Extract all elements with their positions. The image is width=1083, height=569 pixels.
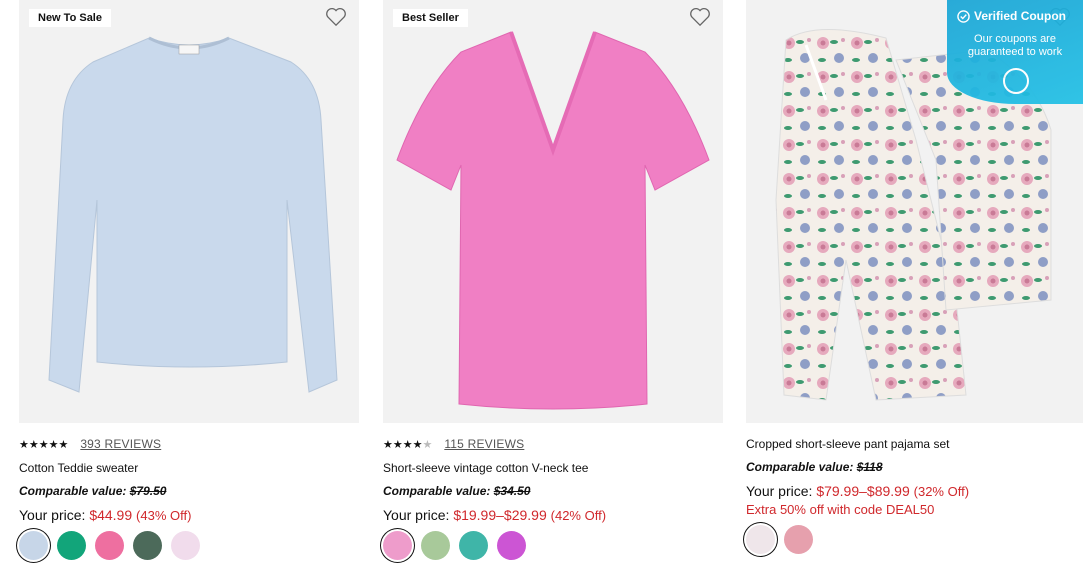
discount: (32% Off) (913, 484, 970, 499)
swatch-pink[interactable] (383, 531, 412, 560)
product-card-vneck-tee[interactable]: Best Seller ★★★★★ 115 REVIEWS Short-slee… (383, 0, 723, 560)
tee-illustration (396, 31, 710, 410)
price-row: Your price: $19.99–$29.99 (42% Off) (383, 507, 606, 523)
check-circle-icon (957, 9, 970, 23)
swatch-lavender[interactable] (171, 531, 200, 560)
discount: (43% Off) (136, 508, 192, 523)
verified-coupon-widget[interactable]: Verified Coupon Our coupons are guarante… (947, 0, 1083, 104)
product-name[interactable]: Cropped short-sleeve pant pajama set (746, 437, 949, 451)
comparable-value: Comparable value: $79.50 (19, 484, 166, 498)
rating-stars: ★★★★★ (383, 438, 433, 451)
swatch-teal[interactable] (459, 531, 488, 560)
heart-icon[interactable] (689, 7, 711, 27)
coupon-title: Verified Coupon (974, 9, 1067, 23)
swatch-floral-pink[interactable] (784, 525, 813, 554)
color-swatches (746, 525, 813, 554)
swatch-green[interactable] (57, 531, 86, 560)
extra-offer: Extra 50% off with code DEAL50 (746, 502, 935, 517)
product-image-pajama[interactable]: Verified Coupon Our coupons are guarante… (746, 0, 1083, 423)
comparable-price: $79.50 (129, 484, 167, 498)
comparable-price: $118 (856, 460, 883, 474)
swatch-dark-green[interactable] (133, 531, 162, 560)
rating-row: ★★★★★ 115 REVIEWS (383, 437, 524, 451)
color-swatches (19, 531, 200, 560)
sweater-illustration (48, 36, 338, 393)
badge: New To Sale (29, 9, 111, 27)
swatch-floral-white[interactable] (746, 525, 775, 554)
sale-price: $19.99–$29.99 (453, 507, 547, 523)
reviews-link[interactable]: 115 REVIEWS (444, 437, 524, 451)
comparable-label: Comparable value: (19, 484, 127, 498)
product-card-pajama-set[interactable]: Verified Coupon Our coupons are guarante… (746, 0, 1083, 554)
comparable-price: $34.50 (493, 484, 531, 498)
price-row: Your price: $79.99–$89.99 (32% Off) (746, 483, 969, 499)
comparable-value: Comparable value: $34.50 (383, 484, 530, 498)
comparable-value: Comparable value: $118 (746, 460, 883, 474)
heart-icon[interactable] (325, 7, 347, 27)
sale-price: $44.99 (89, 507, 133, 523)
price-label: Your price: (19, 507, 86, 523)
swatch-sage[interactable] (421, 531, 450, 560)
product-image-tee[interactable]: Best Seller (383, 0, 723, 423)
price-label: Your price: (383, 507, 450, 523)
sale-price: $79.99–$89.99 (816, 483, 910, 499)
price-row: Your price: $44.99 (43% Off) (19, 507, 191, 523)
rating-stars: ★★★★★ (19, 438, 69, 451)
price-label: Your price: (746, 483, 813, 499)
product-image-sweater[interactable]: New To Sale (19, 0, 359, 423)
color-swatches (383, 531, 526, 560)
swatch-magenta[interactable] (497, 531, 526, 560)
comparable-label: Comparable value: (746, 460, 854, 474)
swatch-light-blue[interactable] (19, 531, 48, 560)
coupon-subtitle: Our coupons are guaranteed to work (967, 33, 1063, 58)
rating-row: ★★★★★ 393 REVIEWS (19, 437, 161, 451)
badge: Best Seller (393, 9, 468, 27)
comparable-label: Comparable value: (383, 484, 491, 498)
coupon-brand-icon (1003, 68, 1029, 94)
product-name[interactable]: Short-sleeve vintage cotton V-neck tee (383, 461, 588, 475)
product-card-teddie-sweater[interactable]: New To Sale ★★★★★ 393 REVIEWS Cotton Ted… (19, 0, 359, 560)
swatch-pink[interactable] (95, 531, 124, 560)
reviews-link[interactable]: 393 REVIEWS (80, 437, 161, 451)
coupon-header: Verified Coupon (957, 9, 1066, 23)
discount: (42% Off) (550, 508, 607, 523)
product-name[interactable]: Cotton Teddie sweater (19, 461, 138, 475)
